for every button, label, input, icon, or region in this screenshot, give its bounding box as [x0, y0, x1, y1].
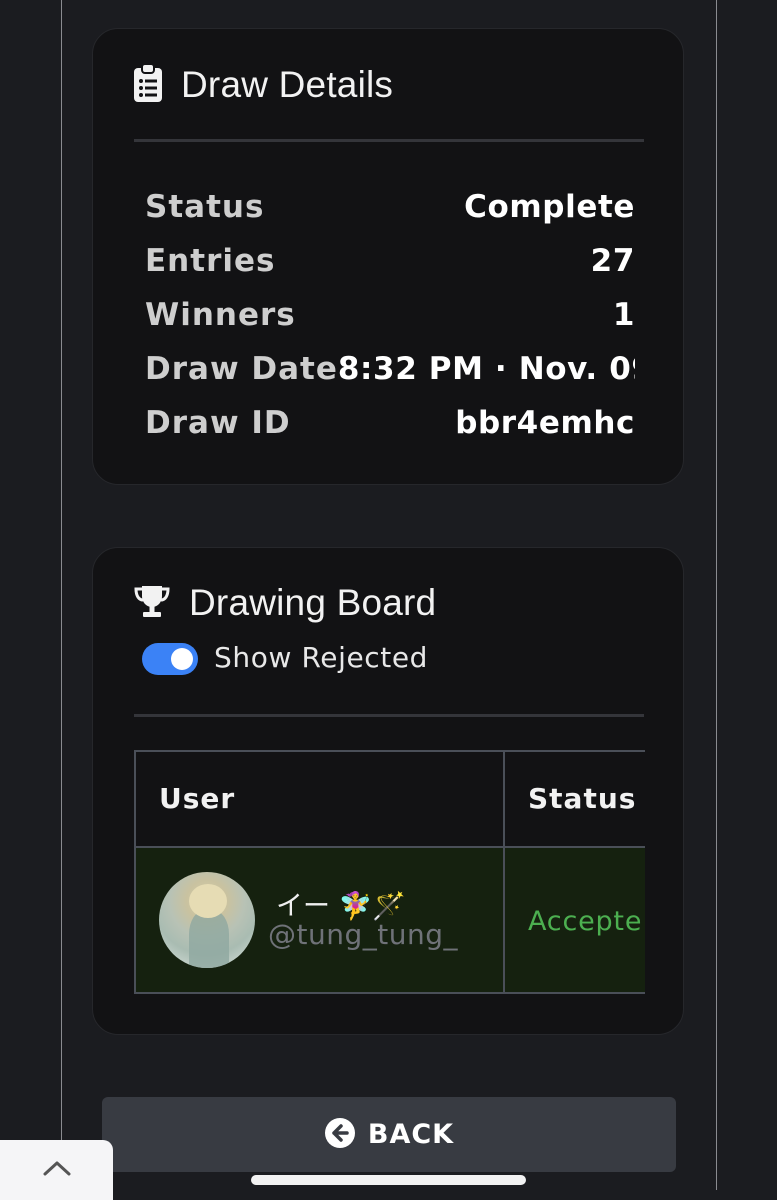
back-button[interactable]: BACK: [102, 1097, 676, 1172]
show-rejected-toggle[interactable]: [142, 643, 198, 675]
draw-details-divider: [134, 139, 644, 142]
home-indicator: [251, 1175, 526, 1185]
clipboard-list-icon: [133, 63, 163, 107]
detail-row-winners: Winners 1: [145, 288, 635, 342]
detail-label: Entries: [145, 243, 276, 279]
toggle-knob: [171, 648, 193, 670]
detail-value: bbr4emhc: [455, 405, 635, 441]
entries-table-viewport[interactable]: User Status イー 🧚‍♀️🪄 @tung_tung_ Accepte: [134, 750, 645, 996]
show-rejected-label: Show Rejected: [214, 641, 429, 674]
table-row-user-cell[interactable]: イー 🧚‍♀️🪄 @tung_tung_: [134, 846, 505, 994]
avatar: [159, 872, 255, 968]
page: Draw Details Status Complete Entries 27 …: [0, 0, 777, 1200]
detail-row-draw-date: Draw Date 8:32 PM · Nov. 09,: [145, 342, 635, 396]
detail-value: 27: [590, 243, 635, 279]
drawing-board-card: Drawing Board Show Rejected User Status: [92, 547, 684, 1035]
column-header-label: User: [159, 782, 236, 815]
avatar-figure: [189, 910, 229, 968]
detail-label: Winners: [145, 297, 296, 333]
entrant-username: @tung_tung_: [268, 918, 458, 951]
right-border-line: [716, 0, 717, 1190]
chevron-up-icon: [42, 1159, 72, 1181]
draw-details-title: Draw Details: [181, 64, 394, 105]
column-header-user: User: [134, 750, 505, 848]
detail-label: Draw Date: [145, 351, 338, 387]
scroll-to-top-button[interactable]: [0, 1140, 113, 1200]
detail-value: Complete: [464, 189, 635, 225]
detail-label: Status: [145, 189, 265, 225]
draw-details-header: Draw Details: [133, 63, 393, 107]
column-header-label: Status: [528, 782, 637, 815]
left-border-line: [61, 0, 62, 1190]
detail-row-entries: Entries 27: [145, 234, 635, 288]
detail-date-wrap: 8:32 PM · Nov. 09,: [338, 351, 635, 387]
entries-table: User Status イー 🧚‍♀️🪄 @tung_tung_ Accepte: [134, 750, 645, 996]
avatar-head: [189, 884, 227, 918]
detail-label: Draw ID: [145, 405, 291, 441]
draw-details-card: Draw Details Status Complete Entries 27 …: [92, 28, 684, 485]
trophy-icon: [133, 584, 171, 622]
entry-status: Accepte: [528, 906, 643, 937]
detail-value: 1: [612, 297, 635, 333]
table-row-status-cell: Accepte: [503, 846, 645, 994]
arrow-circle-left-icon: [324, 1117, 356, 1153]
back-button-label: BACK: [367, 1119, 455, 1150]
drawing-board-header: Drawing Board: [133, 582, 436, 624]
column-header-status: Status: [503, 750, 645, 848]
drawing-board-title: Drawing Board: [189, 582, 437, 623]
draw-details-list: Status Complete Entries 27 Winners 1 Dra…: [145, 180, 635, 450]
detail-row-status: Status Complete: [145, 180, 635, 234]
detail-row-draw-id: Draw ID bbr4emhc: [145, 396, 635, 450]
detail-value: 8:32 PM · Nov. 09,: [337, 351, 635, 387]
drawing-board-divider: [134, 714, 644, 717]
